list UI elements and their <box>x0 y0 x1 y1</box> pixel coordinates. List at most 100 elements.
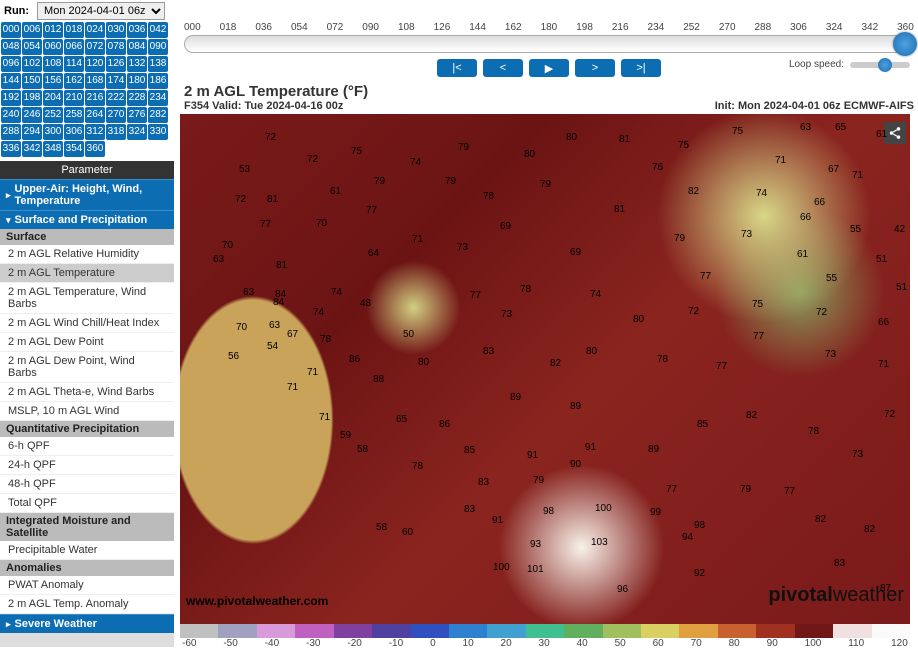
param-rh2m[interactable]: 2 m AGL Relative Humidity <box>0 245 174 264</box>
prev-button[interactable]: < <box>483 59 523 77</box>
fhour-222[interactable]: 222 <box>106 90 126 106</box>
fhour-096[interactable]: 096 <box>1 56 21 72</box>
param-mslp[interactable]: MSLP, 10 m AGL Wind <box>0 402 174 421</box>
fhour-270[interactable]: 270 <box>106 107 126 123</box>
fhour-036[interactable]: 036 <box>127 22 147 38</box>
fhour-348[interactable]: 348 <box>43 141 63 157</box>
fhour-102[interactable]: 102 <box>22 56 42 72</box>
fhour-228[interactable]: 228 <box>127 90 147 106</box>
fhour-156[interactable]: 156 <box>43 73 63 89</box>
param-t2m-wb[interactable]: 2 m AGL Temperature, Wind Barbs <box>0 283 174 314</box>
param-qpf24[interactable]: 24-h QPF <box>0 456 174 475</box>
run-select[interactable]: Mon 2024-04-01 06z <box>37 2 165 20</box>
fhour-150[interactable]: 150 <box>22 73 42 89</box>
param-wc2m[interactable]: 2 m AGL Wind Chill/Heat Index <box>0 314 174 333</box>
fhour-354[interactable]: 354 <box>64 141 84 157</box>
temp-label: 51 <box>896 282 907 293</box>
param-qpft[interactable]: Total QPF <box>0 494 174 513</box>
fhour-114[interactable]: 114 <box>64 56 84 72</box>
fhour-198[interactable]: 198 <box>22 90 42 106</box>
fhour-090[interactable]: 090 <box>148 39 168 55</box>
fhour-300[interactable]: 300 <box>43 124 63 140</box>
param-te2m[interactable]: 2 m AGL Theta-e, Wind Barbs <box>0 383 174 402</box>
category-upper-air[interactable]: ▸ Upper-Air: Height, Wind, Temperature <box>0 179 174 210</box>
param-pwat[interactable]: Precipitable Water <box>0 541 174 560</box>
map-title: 2 m AGL Temperature (°F) <box>180 81 918 100</box>
timeline-slider[interactable] <box>184 35 914 53</box>
fhour-204[interactable]: 204 <box>43 90 63 106</box>
loop-speed-slider[interactable] <box>850 62 910 68</box>
fhour-240[interactable]: 240 <box>1 107 21 123</box>
fhour-318[interactable]: 318 <box>106 124 126 140</box>
fhour-162[interactable]: 162 <box>64 73 84 89</box>
fhour-078[interactable]: 078 <box>106 39 126 55</box>
fhour-330[interactable]: 330 <box>148 124 168 140</box>
fhour-282[interactable]: 282 <box>148 107 168 123</box>
fhour-120[interactable]: 120 <box>85 56 105 72</box>
temp-label: 64 <box>368 248 379 259</box>
fhour-294[interactable]: 294 <box>22 124 42 140</box>
fhour-066[interactable]: 066 <box>64 39 84 55</box>
fhour-024[interactable]: 024 <box>85 22 105 38</box>
share-icon[interactable] <box>884 122 906 144</box>
temp-label: 100 <box>595 503 612 514</box>
fhour-276[interactable]: 276 <box>127 107 147 123</box>
fhour-012[interactable]: 012 <box>43 22 63 38</box>
fhour-246[interactable]: 246 <box>22 107 42 123</box>
category-label: Severe Weather <box>15 618 97 630</box>
fhour-030[interactable]: 030 <box>106 22 126 38</box>
fhour-210[interactable]: 210 <box>64 90 84 106</box>
param-t2m-anom[interactable]: 2 m AGL Temp. Anomaly <box>0 595 174 614</box>
fhour-048[interactable]: 048 <box>1 39 21 55</box>
fhour-138[interactable]: 138 <box>148 56 168 72</box>
fhour-264[interactable]: 264 <box>85 107 105 123</box>
fhour-060[interactable]: 060 <box>43 39 63 55</box>
fhour-258[interactable]: 258 <box>64 107 84 123</box>
fhour-018[interactable]: 018 <box>64 22 84 38</box>
fhour-144[interactable]: 144 <box>1 73 21 89</box>
last-button[interactable]: >| <box>621 59 661 77</box>
fhour-042[interactable]: 042 <box>148 22 168 38</box>
fhour-174[interactable]: 174 <box>106 73 126 89</box>
fhour-234[interactable]: 234 <box>148 90 168 106</box>
fhour-312[interactable]: 312 <box>85 124 105 140</box>
temp-label: 77 <box>700 271 711 282</box>
fhour-186[interactable]: 186 <box>148 73 168 89</box>
fhour-072[interactable]: 072 <box>85 39 105 55</box>
param-t2m[interactable]: 2 m AGL Temperature <box>0 264 174 283</box>
fhour-360[interactable]: 360 <box>85 141 105 157</box>
next-button[interactable]: > <box>575 59 615 77</box>
param-pwat-anom[interactable]: PWAT Anomaly <box>0 576 174 595</box>
fhour-336[interactable]: 336 <box>1 141 21 157</box>
category-surface-precip[interactable]: ▾ Surface and Precipitation <box>0 210 174 229</box>
colorbar-swatch <box>411 624 449 638</box>
fhour-288[interactable]: 288 <box>1 124 21 140</box>
category-severe[interactable]: ▸ Severe Weather <box>0 614 174 633</box>
fhour-306[interactable]: 306 <box>64 124 84 140</box>
fhour-108[interactable]: 108 <box>43 56 63 72</box>
fhour-180[interactable]: 180 <box>127 73 147 89</box>
fhour-084[interactable]: 084 <box>127 39 147 55</box>
fhour-054[interactable]: 054 <box>22 39 42 55</box>
fhour-192[interactable]: 192 <box>1 90 21 106</box>
param-dp2m[interactable]: 2 m AGL Dew Point <box>0 333 174 352</box>
param-dp2m-wb[interactable]: 2 m AGL Dew Point, Wind Barbs <box>0 352 174 383</box>
fhour-168[interactable]: 168 <box>85 73 105 89</box>
fhour-126[interactable]: 126 <box>106 56 126 72</box>
fhour-324[interactable]: 324 <box>127 124 147 140</box>
temp-label: 89 <box>510 392 521 403</box>
fhour-006[interactable]: 006 <box>22 22 42 38</box>
fhour-132[interactable]: 132 <box>127 56 147 72</box>
loop-speed-thumb[interactable] <box>878 58 892 72</box>
fhour-216[interactable]: 216 <box>85 90 105 106</box>
first-button[interactable]: |< <box>437 59 477 77</box>
fhour-252[interactable]: 252 <box>43 107 63 123</box>
param-qpf6[interactable]: 6-h QPF <box>0 437 174 456</box>
fhour-000[interactable]: 000 <box>1 22 21 38</box>
play-button[interactable]: ▶ <box>529 59 569 77</box>
param-qpf48[interactable]: 48-h QPF <box>0 475 174 494</box>
colorbar-swatch <box>564 624 602 638</box>
timeline-thumb[interactable] <box>893 32 917 56</box>
fhour-342[interactable]: 342 <box>22 141 42 157</box>
temp-label: 67 <box>287 329 298 340</box>
